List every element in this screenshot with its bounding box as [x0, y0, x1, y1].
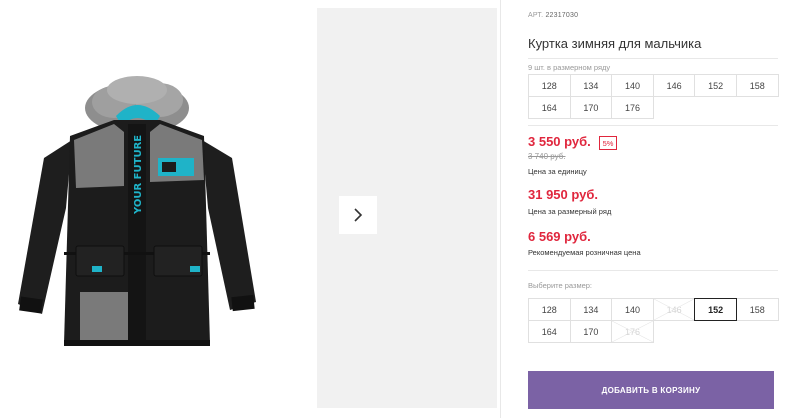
- size-select-grid: 128 134 140 146 152 158 164 170 176: [528, 298, 779, 343]
- size-range-cell: 152: [694, 74, 737, 97]
- divider: [528, 270, 778, 271]
- size-option[interactable]: 140: [611, 298, 654, 321]
- size-range-cell: 170: [569, 96, 613, 119]
- size-range-cell: 176: [611, 96, 654, 119]
- retail-price: 6 569 руб.: [528, 229, 591, 244]
- divider: [528, 58, 778, 59]
- product-gallery: YOUR FUTURE: [0, 0, 500, 418]
- size-range-cell: 158: [735, 74, 779, 97]
- size-option[interactable]: 170: [569, 320, 613, 343]
- unit-price-caption: Цена за единицу: [528, 167, 587, 176]
- size-range-cell: 164: [528, 96, 571, 119]
- size-option-disabled: 176: [611, 320, 654, 343]
- size-range-cell: 134: [569, 74, 613, 97]
- range-price: 31 950 руб.: [528, 187, 599, 202]
- product-photo[interactable]: YOUR FUTURE: [4, 8, 316, 408]
- product-title: Куртка зимняя для мальчика: [528, 36, 702, 51]
- size-range-cell: 146: [652, 74, 696, 97]
- size-option[interactable]: 158: [735, 298, 779, 321]
- add-to-cart-button[interactable]: ДОБАВИТЬ В КОРЗИНУ: [528, 371, 774, 409]
- size-option[interactable]: 128: [528, 298, 571, 321]
- article: АРТ. 22317030: [528, 12, 578, 19]
- size-option-selected[interactable]: 152: [694, 298, 737, 321]
- article-number: 22317030: [545, 12, 579, 19]
- size-range-cell: 128: [528, 74, 571, 97]
- next-image-button[interactable]: [339, 196, 377, 234]
- jacket-image: YOUR FUTURE: [18, 76, 256, 346]
- jacket-print-text: YOUR FUTURE: [133, 135, 144, 215]
- range-price-caption: Цена за размерный ряд: [528, 207, 612, 216]
- chevron-right-icon: [354, 208, 363, 222]
- size-range-caption: 9 шт. в размерном ряду: [528, 63, 611, 72]
- size-option-disabled: 146: [652, 298, 696, 321]
- divider: [528, 125, 778, 126]
- discount-badge: 5%: [599, 136, 617, 150]
- retail-price-caption: Рекомендуемая розничная цена: [528, 248, 641, 257]
- size-option[interactable]: 134: [569, 298, 613, 321]
- size-range-cell: 140: [611, 74, 654, 97]
- size-select-caption: Выберите размер:: [528, 281, 593, 290]
- size-range-grid: 128 134 140 146 152 158 164 170 176: [528, 74, 779, 119]
- size-option[interactable]: 164: [528, 320, 571, 343]
- article-label: АРТ.: [528, 12, 544, 19]
- old-price: 3 740 руб.: [528, 152, 566, 161]
- column-divider: [500, 0, 501, 418]
- unit-price: 3 550 руб.: [528, 134, 591, 149]
